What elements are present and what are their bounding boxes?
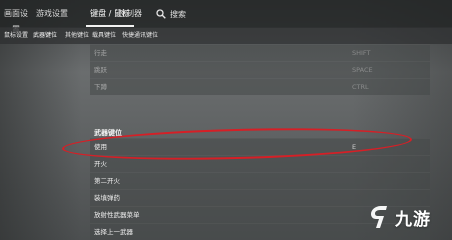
keybind-row[interactable]: 下蹲 CTRL — [90, 78, 430, 95]
keybind-row[interactable]: 跳跃 SPACE — [90, 61, 430, 78]
keybind-row[interactable]: 第二开火 — [90, 172, 430, 189]
settings-tab-bar: 画面设置 游戏设置 键盘 / 鼠标 控制器 搜索 — [0, 0, 452, 34]
subtab-vehicle[interactable]: 载具键位 — [90, 30, 118, 42]
search-button[interactable]: 搜索 — [156, 6, 186, 22]
keybind-label: 第二开火 — [94, 177, 120, 185]
search-icon — [156, 9, 166, 19]
subtab-other[interactable]: 其他键位 — [63, 30, 91, 42]
tab-controller[interactable]: 控制器 — [112, 6, 148, 22]
keybind-label: 行走 — [94, 49, 107, 57]
keybind-label: 跳跃 — [94, 66, 107, 74]
watermark-text: 九游 — [395, 209, 431, 230]
tab-graphics[interactable]: 画面设置 — [2, 6, 30, 34]
watermark: 九游 — [367, 203, 431, 231]
keybind-value: SHIFT — [352, 49, 371, 57]
search-label: 搜索 — [170, 9, 186, 19]
subtab-quick-comms[interactable]: 快捷通讯键位 — [120, 30, 160, 42]
keybind-label: 下蹲 — [94, 83, 107, 91]
keybind-row[interactable]: 行走 SHIFT — [90, 44, 430, 61]
keybind-label: 开火 — [94, 160, 107, 168]
tab-game[interactable]: 游戏设置 — [33, 6, 71, 22]
sub-tab-bar: 鼠标设置 武器键位 其他键位 载具键位 快捷通讯键位 — [0, 27, 452, 44]
keybind-value: SPACE — [352, 66, 373, 74]
keybind-label: 装填弹药 — [94, 194, 120, 202]
subtab-weapon[interactable]: 武器键位 — [31, 30, 59, 42]
keybind-value: CTRL — [352, 83, 369, 91]
keybind-label: 放射性武器菜单 — [94, 211, 140, 219]
jiuyou-logo-icon — [371, 206, 387, 228]
keybind-label: 选择上一武器 — [94, 228, 133, 236]
subtab-mouse[interactable]: 鼠标设置 — [2, 30, 30, 42]
